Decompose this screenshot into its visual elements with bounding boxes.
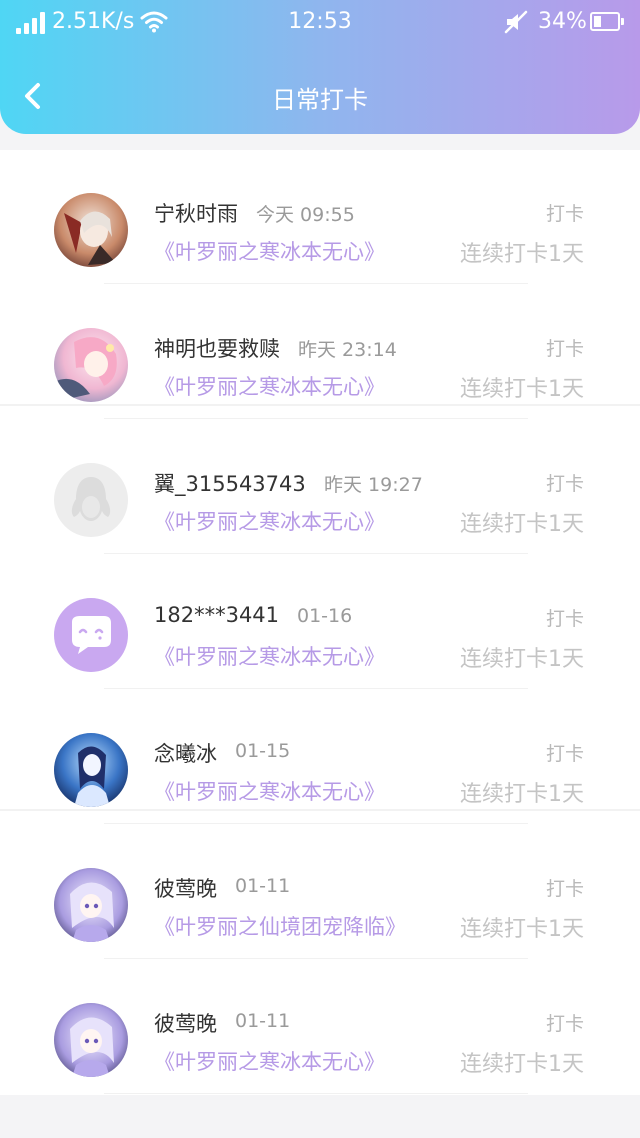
streak-text: 连续打卡1天	[460, 782, 584, 807]
divider	[104, 1093, 528, 1094]
page-title: 日常打卡	[272, 86, 368, 114]
streak-text: 连续打卡1天	[460, 1052, 584, 1077]
streak-text: 连续打卡1天	[460, 647, 584, 672]
divider	[104, 958, 528, 959]
divider	[104, 418, 528, 419]
book-title[interactable]: 《叶罗丽之寒冰本无心》	[154, 506, 385, 536]
book-title[interactable]: 《叶罗丽之仙境团宠降临》	[154, 911, 406, 941]
battery-level	[594, 16, 601, 27]
user-name[interactable]: 宁秋时雨	[154, 198, 238, 228]
streak-text: 连续打卡1天	[460, 242, 584, 267]
divider	[104, 688, 528, 689]
book-title[interactable]: 《叶罗丽之寒冰本无心》	[154, 641, 385, 671]
checkin-label: 打卡	[545, 878, 584, 900]
checkin-time: 01-11	[235, 875, 291, 897]
checkin-label: 打卡	[545, 1013, 584, 1035]
mute-icon	[504, 10, 528, 34]
checkin-label: 打卡	[545, 743, 584, 765]
checkin-time: 01-15	[235, 740, 291, 762]
checkin-label: 打卡	[545, 473, 584, 495]
anime-avatar-2[interactable]	[54, 328, 128, 402]
checkin-row[interactable]: 彼莺晚 01-11 打卡《叶罗丽之寒冰本无心》 连续打卡1天	[0, 960, 640, 1095]
divider	[104, 553, 528, 554]
chat-bubble-avatar[interactable]	[54, 598, 128, 672]
section-divider	[0, 809, 640, 811]
book-title[interactable]: 《叶罗丽之寒冰本无心》	[154, 1046, 385, 1076]
book-title[interactable]: 《叶罗丽之寒冰本无心》	[154, 236, 385, 266]
user-name[interactable]: 念曦冰	[154, 738, 217, 768]
streak-text: 连续打卡1天	[460, 917, 584, 942]
checkin-time: 01-11	[235, 1010, 291, 1032]
checkin-time: 昨天 19:27	[324, 474, 423, 496]
checkin-list: 宁秋时雨 今天 09:55 打卡 《叶罗丽之寒冰本无心》 连续打卡1天 神明也要救赎 昨天 …	[0, 150, 640, 1095]
checkin-row[interactable]: 彼莺晚 01-11 打卡《叶罗丽之仙境团宠降临》 连续打卡1天	[0, 825, 640, 960]
user-name[interactable]: 彼莺晚	[154, 1008, 217, 1038]
checkin-time: 01-16	[297, 605, 353, 627]
checkin-time: 今天 09:55	[256, 204, 355, 226]
checkin-label: 打卡	[545, 338, 584, 360]
checkin-row[interactable]: 念曦冰 01-15 打卡《叶罗丽之寒冰本无心》 连续打卡1天	[0, 690, 640, 825]
checkin-time: 昨天 23:14	[298, 339, 397, 361]
streak-text: 连续打卡1天	[460, 512, 584, 537]
divider	[104, 823, 528, 824]
default-penguin-avatar[interactable]	[54, 463, 128, 537]
anime-avatar-4[interactable]	[54, 1003, 128, 1077]
anime-avatar-1[interactable]	[54, 193, 128, 267]
book-title[interactable]: 《叶罗丽之寒冰本无心》	[154, 371, 385, 401]
app-header: 2.51K/s 12:53 34% 日常打卡	[0, 0, 640, 134]
checkin-label: 打卡	[545, 608, 584, 630]
user-name[interactable]: 182***3441	[154, 603, 279, 627]
checkin-row[interactable]: 翼_315543743 昨天 19:27 打卡《叶罗丽之寒冰本无心》 连续打卡1天	[0, 420, 640, 555]
checkin-row[interactable]: 神明也要救赎 昨天 23:14 打卡《叶罗丽之寒冰本无心》 连续打卡1天	[0, 285, 640, 420]
checkin-row[interactable]: 宁秋时雨 今天 09:55 打卡《叶罗丽之寒冰本无心》 连续打卡1天	[0, 150, 640, 285]
user-name[interactable]: 彼莺晚	[154, 873, 217, 903]
book-title[interactable]: 《叶罗丽之寒冰本无心》	[154, 776, 385, 806]
divider	[104, 283, 528, 284]
anime-avatar-4[interactable]	[54, 868, 128, 942]
user-name[interactable]: 翼_315543743	[154, 468, 306, 498]
battery-icon	[590, 12, 624, 31]
battery-percent: 34%	[538, 9, 587, 34]
section-divider	[0, 404, 640, 406]
streak-text: 连续打卡1天	[460, 377, 584, 402]
status-bar: 2.51K/s 12:53 34%	[0, 0, 640, 46]
user-name[interactable]: 神明也要救赎	[154, 333, 280, 363]
checkin-row[interactable]: 182***3441 01-16 打卡《叶罗丽之寒冰本无心》 连续打卡1天	[0, 555, 640, 690]
anime-avatar-3[interactable]	[54, 733, 128, 807]
checkin-label: 打卡	[545, 203, 584, 225]
